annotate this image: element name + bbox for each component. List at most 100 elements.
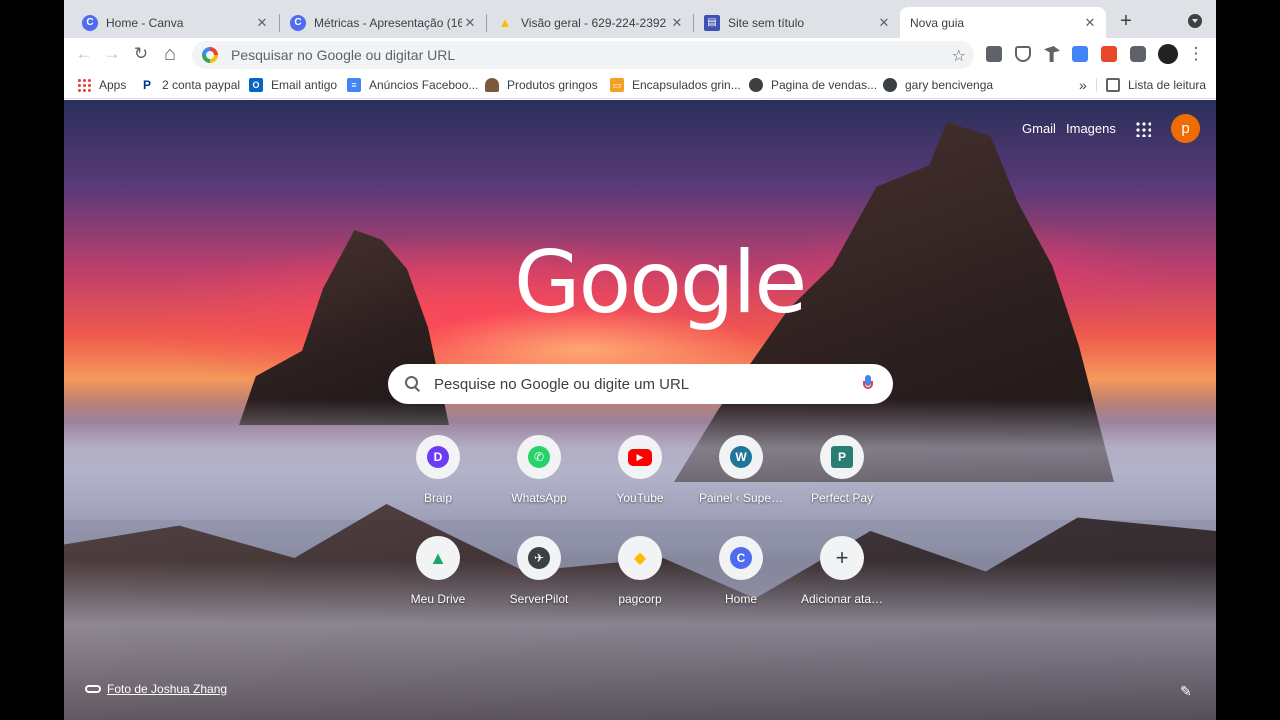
shortcut-painel[interactable]: W Painel ‹ Supe… bbox=[696, 435, 786, 525]
search-input[interactable] bbox=[434, 375, 854, 393]
canva-icon: C bbox=[730, 547, 752, 569]
bookmark-label: gary bencivenga bbox=[905, 78, 994, 92]
perfect-pay-icon: P bbox=[831, 446, 853, 468]
shortcut-home[interactable]: C Home bbox=[696, 536, 786, 626]
shortcut-perfect-pay[interactable]: P Perfect Pay bbox=[797, 435, 887, 525]
bookmark-pagina-de-vendas[interactable]: Pagina de vendas... bbox=[749, 76, 877, 94]
shortcut-icon-circle: D bbox=[416, 435, 460, 479]
shortcut-braip[interactable]: D Braip bbox=[393, 435, 483, 525]
microphone-icon[interactable] bbox=[863, 375, 873, 393]
shortcut-icon-circle: ✆ bbox=[517, 435, 561, 479]
bookmarks-overflow-button[interactable]: » bbox=[1079, 76, 1087, 94]
shortcut-label: Adicionar ata… bbox=[800, 592, 884, 606]
close-icon[interactable]: ✕ bbox=[876, 15, 892, 31]
bookmarks-divider bbox=[1096, 78, 1097, 92]
serverpilot-icon: ✈ bbox=[528, 547, 550, 569]
shortcut-label: Braip bbox=[423, 491, 452, 505]
h-extension-icon[interactable] bbox=[1101, 46, 1117, 62]
toolbar: ← → ↻ ⌂ ☆ ⋮ bbox=[64, 38, 1216, 71]
translate-extension-icon[interactable] bbox=[1072, 46, 1088, 62]
shortcut-serverpilot[interactable]: ✈ ServerPilot bbox=[494, 536, 584, 626]
bookmark-label: Anúncios Faceboo... bbox=[369, 78, 479, 92]
bookmark-paypal[interactable]: P 2 conta paypal bbox=[140, 76, 240, 94]
bookmarks-bar: Apps P 2 conta paypal O Email antigo ≡ A… bbox=[64, 71, 1216, 99]
bookmark-email-antigo[interactable]: O Email antigo bbox=[249, 76, 337, 94]
address-input[interactable] bbox=[231, 47, 931, 63]
close-icon[interactable]: ✕ bbox=[254, 15, 270, 31]
wordpress-icon: W bbox=[730, 446, 752, 468]
close-icon[interactable]: ✕ bbox=[669, 15, 685, 31]
tab-title: Home - Canva bbox=[106, 15, 184, 30]
shortcut-label: ServerPilot bbox=[509, 592, 569, 606]
code-extension-icon[interactable] bbox=[986, 46, 1002, 62]
shortcut-icon-circle: ▲ bbox=[416, 536, 460, 580]
images-link[interactable]: Imagens bbox=[1066, 121, 1116, 136]
new-tab-button[interactable]: + bbox=[1116, 11, 1136, 31]
close-icon[interactable]: ✕ bbox=[1082, 15, 1098, 31]
shortcut-icon-circle: C bbox=[719, 536, 763, 580]
search-box[interactable] bbox=[388, 364, 893, 404]
shortcut-icon-circle: W bbox=[719, 435, 763, 479]
bookmark-label: Pagina de vendas... bbox=[771, 78, 878, 92]
tab-metricas[interactable]: C Métricas - Apresentação (16 ✕ bbox=[280, 7, 486, 38]
shortcut-add[interactable]: + Adicionar ata… bbox=[797, 536, 887, 626]
tab-strip: C Home - Canva ✕ C Métricas - Apresentaç… bbox=[64, 0, 1216, 38]
tab-home-canva[interactable]: C Home - Canva ✕ bbox=[72, 7, 278, 38]
photo-credit-link[interactable]: Foto de Joshua Zhang bbox=[85, 682, 227, 696]
google-icon bbox=[202, 47, 218, 63]
tab-title: Métricas - Apresentação (16 bbox=[314, 15, 462, 30]
photo-credit-label: Foto de Joshua Zhang bbox=[107, 682, 228, 696]
gmail-link[interactable]: Gmail bbox=[1022, 121, 1056, 136]
new-tab-page: Gmail Imagens p Google D Braip ✆ WhatsAp… bbox=[64, 100, 1216, 720]
tab-site-sem-titulo[interactable]: ▤ Site sem título ✕ bbox=[694, 7, 900, 38]
apps-icon bbox=[77, 78, 91, 92]
google-ads-icon: ▲ bbox=[498, 15, 512, 30]
shortcut-pagcorp[interactable]: ◆ pagcorp bbox=[595, 536, 685, 626]
bookmark-label: Produtos gringos bbox=[507, 78, 598, 92]
omnibox[interactable]: ☆ bbox=[192, 41, 974, 69]
reading-list-button[interactable]: Lista de leitura bbox=[1106, 76, 1206, 94]
google-apps-icon[interactable] bbox=[1135, 121, 1151, 137]
shortcut-icon-circle: ◆ bbox=[618, 536, 662, 580]
shortcut-youtube[interactable]: ▶ YouTube bbox=[595, 435, 685, 525]
bookmark-label: 2 conta paypal bbox=[162, 78, 241, 92]
puzzle-extension-icon[interactable] bbox=[1130, 46, 1146, 62]
bookmark-encapsulados[interactable]: ▭ Encapsulados grin... bbox=[610, 76, 741, 94]
google-sites-icon: ▤ bbox=[704, 14, 720, 31]
bookmark-produtos-gringos[interactable]: Produtos gringos bbox=[485, 76, 598, 94]
slides-icon: ▭ bbox=[610, 78, 624, 92]
shortcut-whatsapp[interactable]: ✆ WhatsApp bbox=[494, 435, 584, 525]
outlook-icon: O bbox=[249, 78, 263, 92]
tab-nova-guia[interactable]: Nova guia ✕ bbox=[900, 7, 1106, 38]
star-icon[interactable]: ☆ bbox=[952, 46, 966, 66]
shortcut-label: YouTube bbox=[616, 491, 664, 505]
shortcut-label: Meu Drive bbox=[410, 592, 466, 606]
paypal-icon: P bbox=[142, 78, 151, 92]
close-icon[interactable]: ✕ bbox=[462, 15, 478, 31]
braip-icon: D bbox=[427, 446, 449, 468]
hammer-extension-icon[interactable] bbox=[1044, 46, 1060, 62]
account-avatar[interactable]: p bbox=[1171, 114, 1200, 143]
shortcut-label: Painel ‹ Supe… bbox=[698, 491, 784, 505]
menu-icon[interactable]: ⋮ bbox=[1186, 44, 1206, 64]
bookmark-gary-bencivenga[interactable]: gary bencivenga bbox=[883, 76, 993, 94]
tab-title: Visão geral - 629-224-2392 bbox=[521, 15, 667, 30]
shortcut-meu-drive[interactable]: ▲ Meu Drive bbox=[393, 536, 483, 626]
back-button[interactable]: ← bbox=[74, 44, 94, 64]
home-button[interactable]: ⌂ bbox=[160, 43, 180, 65]
pocket-extension-icon[interactable] bbox=[1015, 46, 1031, 62]
tab-title: Nova guia bbox=[910, 15, 965, 30]
tab-search-button[interactable] bbox=[1188, 14, 1202, 28]
search-icon bbox=[404, 375, 422, 393]
tab-title: Site sem título bbox=[728, 15, 805, 30]
forward-button[interactable]: → bbox=[102, 44, 122, 64]
globe-icon bbox=[749, 78, 763, 92]
reload-button[interactable]: ↻ bbox=[131, 44, 151, 64]
bookmark-apps[interactable]: Apps bbox=[77, 76, 126, 94]
profile-avatar[interactable] bbox=[1158, 44, 1178, 64]
bookmark-anuncios[interactable]: ≡ Anúncios Faceboo... bbox=[347, 76, 478, 94]
docs-icon: ≡ bbox=[347, 78, 361, 92]
customize-pencil-icon[interactable]: ✎ bbox=[1180, 683, 1194, 699]
plus-icon: + bbox=[835, 545, 849, 570]
tab-visao-geral[interactable]: ▲ Visão geral - 629-224-2392 ✕ bbox=[487, 7, 693, 38]
